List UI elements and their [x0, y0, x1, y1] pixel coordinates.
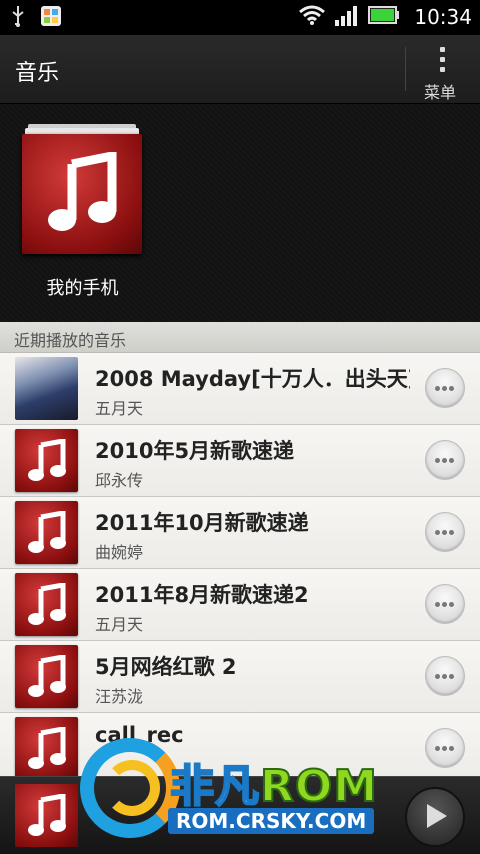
music-note-icon	[15, 501, 78, 564]
item-title: 2008 Mayday[十万人．出头天]	[95, 367, 410, 391]
signal-icon	[334, 4, 360, 30]
watermark-brand: 非凡ROM	[169, 760, 379, 813]
item-title: 5月网络红歌 2	[95, 655, 237, 679]
overflow-menu-icon	[440, 47, 446, 77]
more-options-button[interactable]	[425, 656, 465, 696]
play-icon	[427, 804, 447, 828]
library-panel: 我的手机	[0, 104, 480, 322]
more-options-button[interactable]	[425, 728, 465, 768]
item-title: 2011年10月新歌速递	[95, 511, 309, 535]
music-note-icon	[22, 134, 142, 254]
recent-music-header: 近期播放的音乐	[0, 322, 480, 353]
usb-icon	[10, 4, 26, 32]
page-title: 音乐	[15, 61, 60, 86]
watermark-url: ROM.CRSKY.COM	[168, 808, 375, 834]
menu-button[interactable]: 菜单	[410, 43, 478, 102]
watermark-logo: 非凡ROM ROM.CRSKY.COM	[70, 730, 420, 850]
more-options-button[interactable]	[425, 440, 465, 480]
list-item[interactable]: 2008 Mayday[十万人．出头天] 五月天	[0, 353, 480, 425]
list-item[interactable]: 2010年5月新歌速递 邱永传	[0, 425, 480, 497]
item-artist: 汪苏泷	[95, 687, 144, 706]
item-artist: 五月天	[95, 615, 144, 634]
item-artist: 邱永传	[95, 471, 144, 490]
recent-music-list: 2008 Mayday[十万人．出头天] 五月天 2010年5月新歌速递 邱永传…	[0, 353, 480, 785]
item-title: 2010年5月新歌速递	[95, 439, 295, 463]
more-options-button[interactable]	[425, 512, 465, 552]
list-item[interactable]: 2011年8月新歌速递2 五月天	[0, 569, 480, 641]
more-options-button[interactable]	[425, 368, 465, 408]
app-notification-icon	[40, 5, 62, 31]
status-bar: 10:34	[0, 0, 480, 35]
more-options-button[interactable]	[425, 584, 465, 624]
action-bar-divider	[405, 47, 406, 91]
item-artist: 曲婉婷	[95, 543, 144, 562]
my-phone-label: 我的手机	[46, 278, 119, 299]
item-title: 2011年8月新歌速递2	[95, 583, 309, 607]
item-artist: 五月天	[95, 399, 144, 418]
recent-music-header-label: 近期播放的音乐	[14, 331, 127, 350]
wifi-icon	[298, 4, 326, 30]
music-note-icon	[15, 784, 78, 847]
music-note-icon	[15, 645, 78, 708]
list-item[interactable]: 5月网络红歌 2 汪苏泷	[0, 641, 480, 713]
music-note-icon	[15, 573, 78, 636]
menu-label: 菜单	[424, 83, 457, 102]
battery-icon	[368, 5, 400, 29]
list-item[interactable]: 2011年10月新歌速递 曲婉婷	[0, 497, 480, 569]
clock: 10:34	[414, 5, 472, 29]
music-note-icon	[15, 717, 78, 780]
action-bar: 音乐 菜单	[0, 35, 480, 104]
my-phone-library-tile[interactable]	[22, 124, 142, 264]
music-note-icon	[15, 429, 78, 492]
album-art	[15, 357, 78, 420]
